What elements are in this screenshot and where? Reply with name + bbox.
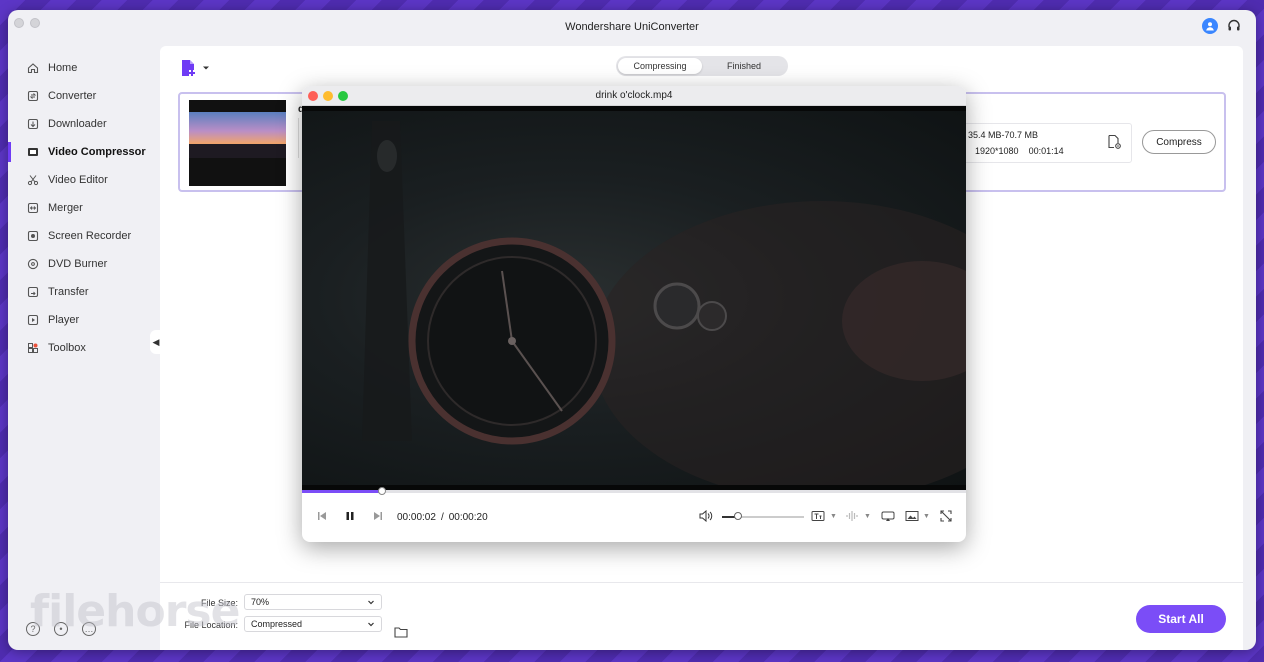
home-icon <box>26 61 40 75</box>
file-size-value: 70% <box>251 597 270 607</box>
screen-recorder-icon <box>26 229 40 243</box>
file-location-value: Compressed <box>251 619 303 629</box>
toolbox-icon <box>26 341 40 355</box>
sidebar-item-video-editor[interactable]: Video Editor <box>8 166 160 194</box>
output-duration: 00:01:14 <box>1028 146 1064 156</box>
chevron-down-icon <box>368 622 374 627</box>
video-compressor-icon <box>26 145 40 159</box>
current-time: 00:00:02 <box>397 512 436 523</box>
previous-track-icon[interactable] <box>314 508 330 524</box>
sidebar-item-label: Video Editor <box>48 174 108 186</box>
pocket-watch-scene <box>362 121 966 490</box>
sidebar-item-label: Converter <box>48 90 97 102</box>
subtitle-caret-icon[interactable]: ▼ <box>830 513 837 520</box>
sidebar-item-screen-recorder[interactable]: Screen Recorder <box>8 222 160 250</box>
video-player-window: drink o'clock.mp4 00:00:02 / 00:00:20 ▼ … <box>302 86 966 542</box>
add-file-button[interactable] <box>180 59 210 77</box>
playback-time: 00:00:02 / 00:00:20 <box>397 512 488 523</box>
player-controls: 00:00:02 / 00:00:20 ▼ ▼ ▼ <box>302 498 966 538</box>
open-folder-icon[interactable] <box>394 625 408 638</box>
output-meta: 4 1920*1080 00:01:14 <box>960 146 1064 156</box>
titlebar-actions <box>1202 18 1242 34</box>
footer-bar: File Size: 70% File Location: Compressed… <box>160 582 1243 650</box>
audio-track-caret-icon[interactable]: ▼ <box>864 513 871 520</box>
sidebar-item-label: Player <box>48 314 80 326</box>
playback-progress-handle[interactable] <box>377 487 386 495</box>
next-track-icon[interactable] <box>370 508 386 524</box>
screenshot-icon[interactable] <box>904 508 920 524</box>
thumbnail-skyline <box>189 144 286 158</box>
volume-icon[interactable] <box>698 508 714 524</box>
merger-icon <box>26 201 40 215</box>
playback-progress-fill <box>302 490 382 493</box>
start-all-button[interactable]: Start All <box>1136 605 1226 633</box>
pause-icon[interactable] <box>342 508 358 524</box>
downloader-icon <box>26 117 40 131</box>
player-icon <box>26 313 40 327</box>
sidebar-item-label: Screen Recorder <box>48 230 132 242</box>
disc-icon <box>26 257 40 271</box>
chevron-down-icon <box>203 66 209 70</box>
support-headset-icon[interactable] <box>1226 18 1242 34</box>
time-separator: / <box>440 512 444 523</box>
fullscreen-icon[interactable] <box>938 508 954 524</box>
player-title: drink o'clock.mp4 <box>595 90 673 101</box>
sidebar-item-downloader[interactable]: Downloader <box>8 110 160 138</box>
output-settings-box[interactable] <box>940 123 1132 163</box>
scissors-icon <box>26 173 40 187</box>
sidebar-item-label: DVD Burner <box>48 258 108 270</box>
app-title: Wondershare UniConverter <box>565 21 699 33</box>
sidebar-item-label: Merger <box>48 202 83 214</box>
sidebar: Home Converter Downloader Video Compress… <box>8 50 160 650</box>
subtitle-icon[interactable] <box>810 508 826 524</box>
sidebar-item-video-compressor[interactable]: Video Compressor <box>8 138 160 166</box>
audio-track-icon[interactable] <box>844 508 860 524</box>
compress-button[interactable]: Compress <box>1142 130 1216 154</box>
sidebar-item-home[interactable]: Home <box>8 54 160 82</box>
video-image <box>302 111 966 490</box>
watermark-logo: filehorse <box>30 586 240 637</box>
output-size-range: 35.4 MB-70.7 MB <box>968 130 1039 140</box>
sidebar-item-converter[interactable]: Converter <box>8 82 160 110</box>
volume-slider-handle[interactable] <box>734 512 743 520</box>
sidebar-item-label: Home <box>48 62 78 74</box>
title-bar: Wondershare UniConverter <box>8 10 1256 44</box>
player-title-bar: drink o'clock.mp4 <box>302 86 966 106</box>
video-thumbnail[interactable] <box>189 100 286 186</box>
file-settings-icon[interactable] <box>1106 134 1122 150</box>
sidebar-item-player[interactable]: Player <box>8 306 160 334</box>
user-account-icon[interactable] <box>1202 18 1218 34</box>
cast-icon[interactable] <box>880 508 896 524</box>
status-tabs: Compressing Finished <box>616 56 788 76</box>
transfer-icon <box>26 285 40 299</box>
converter-icon <box>26 89 40 103</box>
output-resolution: 1920*1080 <box>975 146 1019 156</box>
sidebar-item-merger[interactable]: Merger <box>8 194 160 222</box>
file-size-select[interactable]: 70% <box>244 594 382 610</box>
sidebar-item-toolbox[interactable]: Toolbox <box>8 334 160 362</box>
video-frame[interactable] <box>302 106 966 490</box>
tab-compressing[interactable]: Compressing <box>618 58 702 74</box>
playback-progress-track[interactable] <box>302 490 966 493</box>
sidebar-item-dvd-burner[interactable]: DVD Burner <box>8 250 160 278</box>
chevron-left-icon: ◀ <box>152 336 160 347</box>
screenshot-caret-icon[interactable]: ▼ <box>923 513 930 520</box>
file-location-select[interactable]: Compressed <box>244 616 382 632</box>
total-time: 00:00:20 <box>448 512 488 523</box>
sidebar-item-label: Transfer <box>48 286 89 298</box>
sidebar-item-label: Downloader <box>48 118 107 130</box>
chevron-down-icon <box>368 600 374 605</box>
sidebar-item-label: Video Compressor <box>48 146 146 158</box>
tab-finished[interactable]: Finished <box>702 58 786 74</box>
sidebar-item-transfer[interactable]: Transfer <box>8 278 160 306</box>
add-file-icon <box>182 60 195 76</box>
sidebar-item-label: Toolbox <box>48 342 86 354</box>
